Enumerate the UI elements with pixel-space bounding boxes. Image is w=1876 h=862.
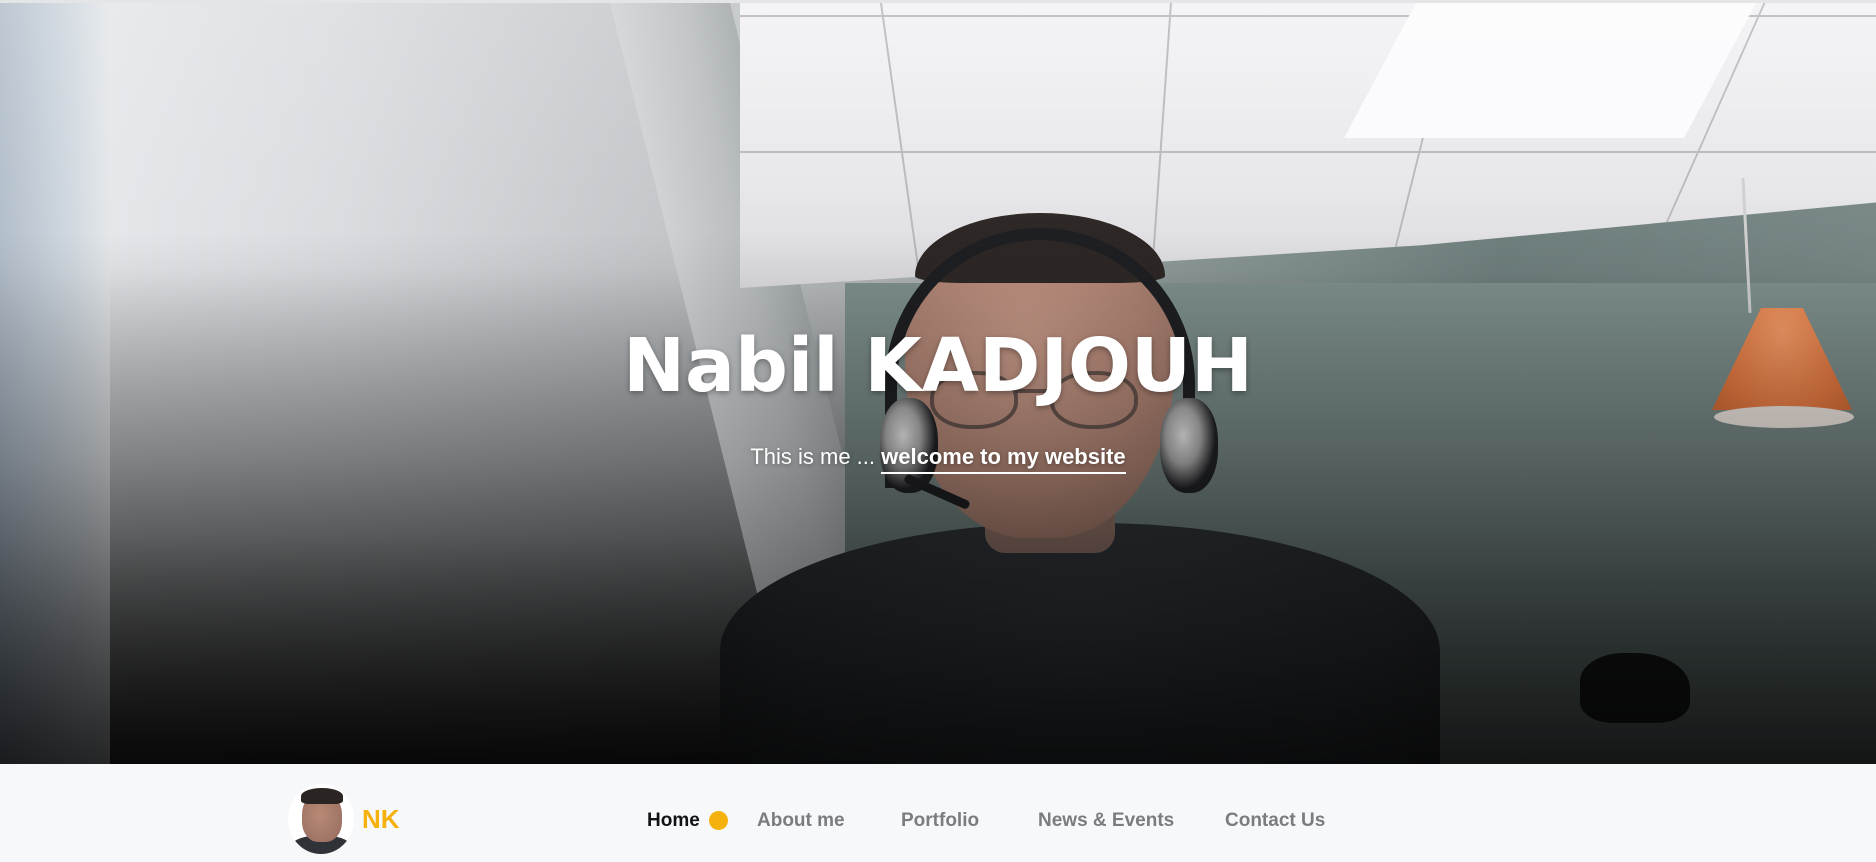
hero-subtitle: This is me ... welcome to my website bbox=[0, 443, 1876, 474]
nav-link-contact-us[interactable]: Contact Us bbox=[1225, 809, 1325, 833]
nav-link-about-me[interactable]: About me bbox=[757, 809, 845, 833]
avatar[interactable] bbox=[288, 784, 354, 854]
main-navbar: NK Home About me Portfolio News & Events… bbox=[0, 764, 1876, 862]
hero-subtitle-prefix: This is me ... bbox=[750, 444, 882, 469]
active-nav-indicator bbox=[709, 811, 728, 830]
nav-link-home[interactable]: Home bbox=[647, 809, 700, 833]
hero-section: Nabil KADJOUH This is me ... welcome to … bbox=[0, 3, 1876, 764]
brand-logo-text[interactable]: NK bbox=[362, 804, 400, 834]
welcome-link[interactable]: welcome to my website bbox=[881, 444, 1126, 474]
nav-link-portfolio[interactable]: Portfolio bbox=[901, 809, 979, 833]
nav-link-news-events[interactable]: News & Events bbox=[1038, 809, 1174, 833]
hero-title: Nabil KADJOUH bbox=[623, 323, 1253, 409]
